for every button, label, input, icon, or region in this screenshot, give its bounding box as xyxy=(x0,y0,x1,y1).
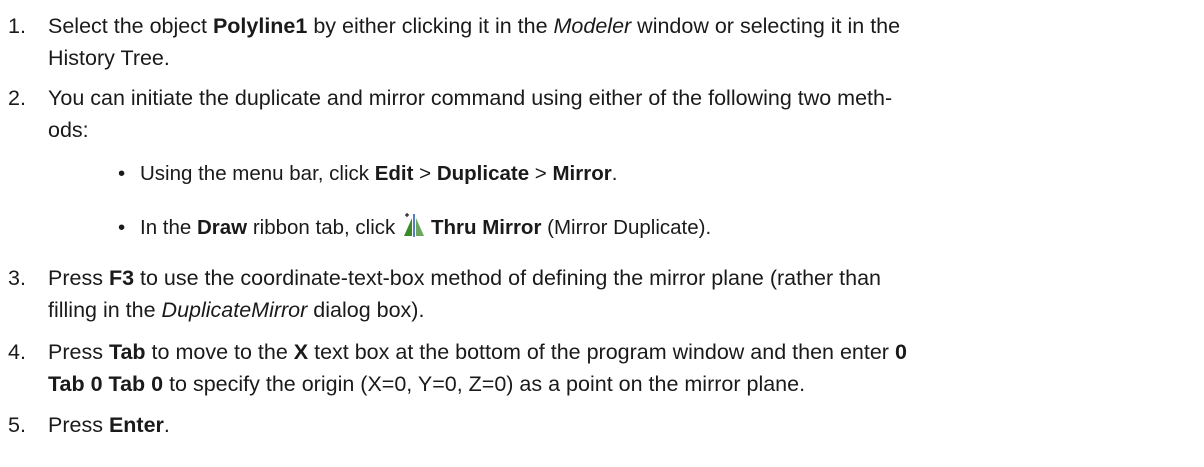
step-number: 2. xyxy=(8,86,26,110)
step-text: You can initiate the duplicate and mirro… xyxy=(48,82,1198,146)
text: Press xyxy=(48,266,109,290)
text: Using the menu bar, click xyxy=(140,162,375,185)
bullet-dot: • xyxy=(118,162,126,185)
text: Press xyxy=(48,413,109,437)
bullet-text: In the Draw ribbon tab, click Thru Mirro… xyxy=(140,212,711,248)
bullet-text: Using the menu bar, click Edit > Duplica… xyxy=(140,158,617,190)
step-number: 3. xyxy=(8,266,26,290)
text: to move to the xyxy=(145,340,294,364)
step-text: Press Tab to move to the X text box at t… xyxy=(48,336,1198,400)
value-zero: 0 xyxy=(894,340,907,364)
step-text: Press Enter. xyxy=(48,409,1198,441)
button-thru-mirror: Thru Mirror xyxy=(430,216,542,239)
key-tab: Tab xyxy=(108,340,146,364)
text: History Tree. xyxy=(48,46,170,70)
separator: > xyxy=(529,162,553,185)
text: ribbon tab, click xyxy=(247,216,401,239)
key-enter: Enter xyxy=(108,413,164,437)
menu-mirror: Mirror xyxy=(552,162,612,185)
field-x: X xyxy=(293,340,309,364)
step-text: Select the object Polyline1 by either cl… xyxy=(48,10,1198,74)
window-name: Modeler xyxy=(553,14,632,38)
tab-draw: Draw xyxy=(197,216,248,239)
dialog-name: DuplicateMirror xyxy=(161,298,308,322)
object-name: Polyline1 xyxy=(212,14,308,38)
menu-edit: Edit xyxy=(374,162,414,185)
text: Select the object xyxy=(48,14,213,38)
bullet-dot: • xyxy=(118,216,126,239)
step-number: 1. xyxy=(8,14,26,38)
key-sequence: Tab 0 Tab 0 xyxy=(48,372,164,396)
text: (Mirror Duplicate). xyxy=(541,216,712,239)
step-number: 5. xyxy=(8,413,26,437)
text: to use the coordinate-text-box method of… xyxy=(134,266,881,290)
separator: > xyxy=(413,162,437,185)
key-f3: F3 xyxy=(108,266,135,290)
step-number: 4. xyxy=(8,340,26,364)
text: to specify the origin (X=0, Y=0, Z=0) as… xyxy=(163,372,806,396)
step-text: Press F3 to use the coordinate-text-box … xyxy=(48,262,1198,326)
text: In the xyxy=(140,216,197,239)
text: ods: xyxy=(48,118,89,142)
text: You can initiate the duplicate and mirro… xyxy=(48,86,893,110)
text: by either clicking it in the xyxy=(307,14,554,38)
mirror-duplicate-icon xyxy=(401,212,427,248)
text: Press xyxy=(48,340,109,364)
text: . xyxy=(611,162,618,185)
text: text box at the bottom of the program wi… xyxy=(308,340,895,364)
menu-duplicate: Duplicate xyxy=(436,162,530,185)
text: dialog box). xyxy=(307,298,425,322)
text: window or selecting it in the xyxy=(631,14,901,38)
text: . xyxy=(163,413,170,437)
text: filling in the xyxy=(48,298,162,322)
